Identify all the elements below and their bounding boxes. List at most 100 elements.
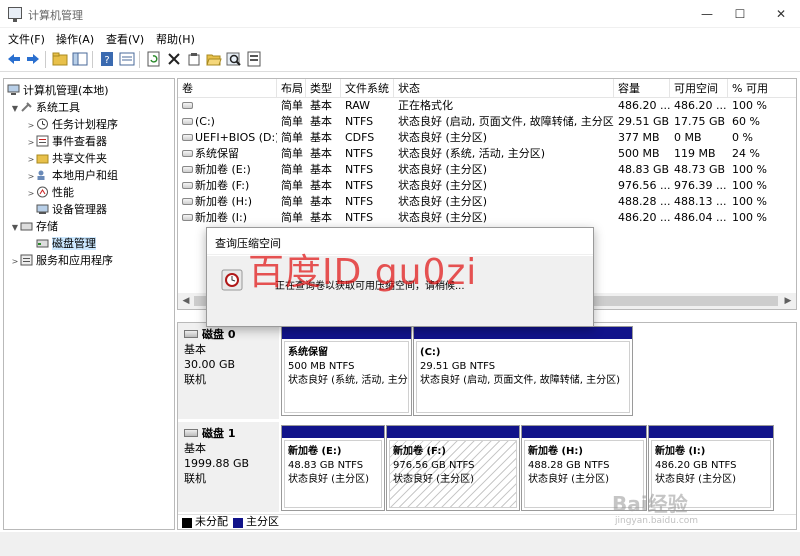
collapse-chevron-icon[interactable]: ▼ — [10, 219, 20, 236]
cell-percent-free: 100 % — [732, 211, 767, 224]
tree-node-system-tools[interactable]: ▼ 系统工具 — [10, 99, 80, 116]
up-folder-icon[interactable] — [52, 51, 68, 67]
table-row[interactable]: 新加卷 (E:) 简单 基本 NTFS 状态良好 (主分区) 48.83 GB … — [178, 162, 796, 178]
cell-status: 状态良好 (主分区) — [398, 195, 488, 208]
disk-icon — [184, 429, 198, 437]
cell-status: 状态良好 (启动, 页面文件, 故障转储, 主分区) — [398, 115, 614, 128]
help-icon[interactable]: ? — [99, 51, 115, 67]
table-row[interactable]: (C:) 简单 基本 NTFS 状态良好 (启动, 页面文件, 故障转储, 主分… — [178, 114, 796, 130]
cell-percent-free: 24 % — [732, 147, 760, 160]
disk-1-info[interactable]: 磁盘 1 基本 1999.88 GB 联机 — [178, 422, 279, 512]
table-row[interactable]: 系统保留 简单 基本 NTFS 状态良好 (系统, 活动, 主分区) 500 M… — [178, 146, 796, 162]
expand-chevron-icon[interactable]: > — [10, 253, 20, 270]
cell-filesystem: NTFS — [345, 211, 374, 224]
tree-node-computer-management[interactable]: 计算机管理(本地) — [7, 82, 109, 99]
tree-node-shared-folders[interactable]: > 共享文件夹 — [26, 150, 107, 167]
show-hide-tree-icon[interactable] — [72, 51, 88, 67]
cell-type: 基本 — [310, 99, 332, 112]
disk-0-type: 基本 — [184, 343, 206, 356]
drive-icon — [182, 118, 193, 125]
partition-status: 状态良好 (主分区) — [528, 474, 609, 485]
maximize-button[interactable]: ☐ — [723, 0, 757, 28]
scroll-left-icon[interactable]: ◀ — [178, 293, 194, 309]
expand-chevron-icon[interactable]: > — [26, 151, 36, 168]
col-header-capacity[interactable]: 容量 — [614, 79, 670, 98]
col-header-layout[interactable]: 布局 — [277, 79, 306, 98]
cell-filesystem: NTFS — [345, 195, 374, 208]
tree-node-performance[interactable]: > 性能 — [26, 184, 74, 201]
expand-chevron-icon[interactable]: > — [26, 134, 36, 151]
expand-chevron-icon[interactable]: > — [26, 168, 36, 185]
cell-free-space: 486.20 ... — [674, 99, 727, 112]
search-icon[interactable] — [226, 51, 242, 67]
tree-node-local-users[interactable]: > 本地用户和组 — [26, 167, 118, 184]
cell-free-space: 48.73 GB — [674, 163, 726, 176]
col-header-filesystem[interactable]: 文件系统 — [341, 79, 394, 98]
cell-volume: 系统保留 — [178, 146, 277, 162]
tree-node-device-manager[interactable]: 设备管理器 — [36, 201, 107, 218]
expand-chevron-icon[interactable]: > — [26, 117, 36, 134]
open-folder-icon[interactable] — [206, 51, 222, 67]
menu-file[interactable]: 文件(F) — [8, 31, 45, 47]
table-row[interactable]: 新加卷 (F:) 简单 基本 NTFS 状态良好 (主分区) 976.56 ..… — [178, 178, 796, 194]
col-header-free-space[interactable]: 可用空间 — [670, 79, 728, 98]
col-header-percent-free[interactable]: % 可用 — [728, 79, 796, 98]
close-button[interactable]: ✕ — [764, 0, 798, 28]
cell-layout: 简单 — [281, 131, 303, 144]
disk-query-icon — [221, 269, 243, 291]
cell-filesystem: NTFS — [345, 115, 374, 128]
cell-percent-free: 100 % — [732, 163, 767, 176]
primary-partition-bar — [414, 327, 632, 339]
disk-0-info[interactable]: 磁盘 0 基本 30.00 GB 联机 — [178, 323, 279, 419]
table-row[interactable]: 新加卷 (H:) 简单 基本 NTFS 状态良好 (主分区) 488.28 ..… — [178, 194, 796, 210]
cell-layout: 简单 — [281, 99, 303, 112]
menu-help[interactable]: 帮助(H) — [156, 31, 195, 47]
col-header-type[interactable]: 类型 — [306, 79, 341, 98]
delete-icon[interactable] — [166, 51, 182, 67]
cell-status: 状态良好 (主分区) — [398, 211, 488, 224]
disk-properties-icon[interactable] — [246, 51, 262, 67]
menu-action[interactable]: 操作(A) — [56, 31, 94, 47]
partition-status: 状态良好 (主分区) — [288, 474, 369, 485]
table-row[interactable]: UEFI+BIOS (D:) 简单 基本 CDFS 状态良好 (主分区) 377… — [178, 130, 796, 146]
partition-size: 488.28 GB NTFS — [528, 460, 610, 471]
baidu-jingyan-url: jingyan.baidu.com — [615, 516, 699, 526]
tree-node-services-apps[interactable]: > 服务和应用程序 — [10, 252, 113, 269]
svg-text:?: ? — [104, 55, 109, 66]
table-row[interactable]: 简单 基本 RAW 正在格式化 486.20 ... 486.20 ... 10… — [178, 98, 796, 114]
expand-chevron-icon[interactable]: > — [26, 185, 36, 202]
tree-node-disk-management[interactable]: 磁盘管理 — [36, 235, 96, 252]
cell-status: 正在格式化 — [398, 99, 453, 112]
minimize-button[interactable]: — — [690, 0, 724, 28]
partition-system-reserved[interactable]: 系统保留 500 MB NTFS 状态良好 (系统, 活动, 主分区) — [281, 326, 412, 416]
partition-size: 48.83 GB NTFS — [288, 460, 364, 471]
table-row[interactable]: 新加卷 (I:) 简单 基本 NTFS 状态良好 (主分区) 486.20 ..… — [178, 210, 796, 226]
properties-view-icon[interactable] — [119, 51, 135, 67]
partition-f-selected[interactable]: 新加卷 (F:) 976.56 GB NTFS 状态良好 (主分区) — [386, 425, 520, 511]
cell-volume: 新加卷 (I:) — [178, 210, 277, 226]
toolbar-separator — [45, 51, 46, 68]
tree-node-storage[interactable]: ▼ 存储 — [10, 218, 58, 235]
cell-capacity: 48.83 GB — [618, 163, 670, 176]
tree-node-event-viewer[interactable]: > 事件查看器 — [26, 133, 107, 150]
partition-e[interactable]: 新加卷 (E:) 48.83 GB NTFS 状态良好 (主分区) — [281, 425, 385, 511]
col-header-status[interactable]: 状态 — [394, 79, 614, 98]
volume-table-header: 卷 布局 类型 文件系统 状态 容量 可用空间 % 可用 — [178, 79, 796, 98]
collapse-chevron-icon[interactable]: ▼ — [10, 100, 20, 117]
tree-label: 性能 — [52, 186, 74, 199]
partition-status: 状态良好 (启动, 页面文件, 故障转储, 主分区) — [420, 375, 621, 386]
tree-node-task-scheduler[interactable]: > 任务计划程序 — [26, 116, 118, 133]
back-arrow-icon[interactable] — [6, 51, 22, 67]
col-header-volume[interactable]: 卷 — [178, 79, 277, 98]
cell-status: 状态良好 (主分区) — [398, 131, 488, 144]
partition-c[interactable]: (C:) 29.51 GB NTFS 状态良好 (启动, 页面文件, 故障转储,… — [413, 326, 633, 416]
tree-label: 共享文件夹 — [52, 152, 107, 165]
menu-view[interactable]: 查看(V) — [106, 31, 144, 47]
disk-layout-view: 磁盘 0 基本 30.00 GB 联机 系统保留 500 MB NTFS 状态良… — [177, 322, 797, 530]
refresh-icon[interactable] — [146, 51, 162, 67]
scroll-right-icon[interactable]: ▶ — [780, 293, 796, 309]
cell-percent-free: 100 % — [732, 179, 767, 192]
forward-arrow-icon[interactable] — [25, 51, 41, 67]
cell-volume: UEFI+BIOS (D:) — [178, 130, 277, 146]
properties-icon[interactable] — [186, 51, 202, 67]
